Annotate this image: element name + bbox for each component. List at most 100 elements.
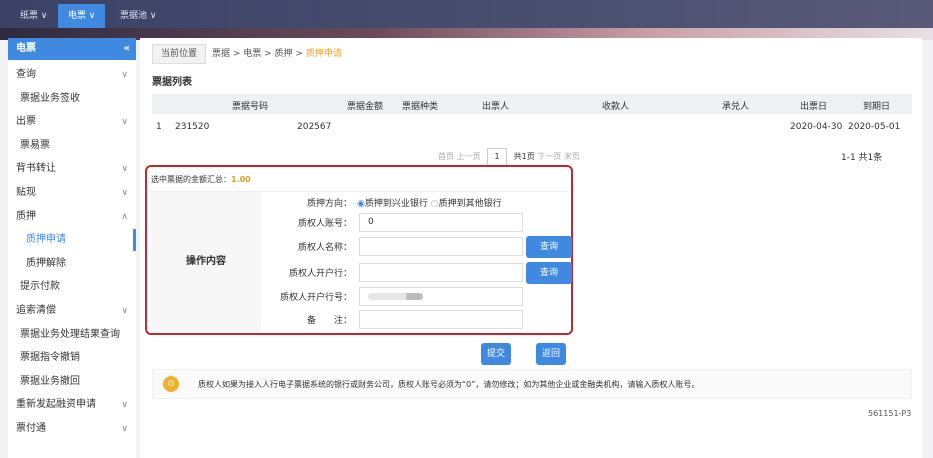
radio-option-other[interactable]: 质押到其他银行	[439, 199, 502, 209]
chevron-up-icon: ∧	[121, 211, 128, 222]
col-header: 出票日	[800, 102, 828, 112]
breadcrumb-here: 当前位置	[152, 44, 207, 64]
nav-label: 票据池	[120, 11, 148, 21]
name-input[interactable]	[359, 237, 523, 256]
sidebar-header: 电票 «	[8, 38, 136, 60]
top-nav-bar: 纸票 ∨ 电票 ∨ 票据池 ∨	[0, 0, 933, 28]
main-content: 当前位置 票据 > 电票 > 质押 > 质押申请 票据列表 票据号码 票据金额 票…	[140, 38, 922, 458]
sidebar-item[interactable]: 查询 ∨	[8, 64, 136, 86]
section-label: 操作内容	[151, 192, 261, 332]
sidebar-item[interactable]: 重新发起融资申请 ∨	[8, 394, 136, 416]
col-header: 承兑人	[722, 102, 750, 112]
sidebar-item[interactable]: 质押申请	[8, 229, 136, 252]
chevron-down-icon: ∨	[121, 400, 128, 411]
sidebar-item[interactable]: 票据业务撤回	[8, 371, 136, 393]
radio-empty-icon[interactable]: ○	[431, 199, 439, 209]
sidebar-title: 电票	[16, 43, 36, 54]
pager: 首页 上一页 1 共1页 下一页 末页	[438, 148, 580, 166]
query-bank-button[interactable]: 查询	[526, 262, 572, 284]
record-summary: 1-1 共1条	[841, 153, 883, 163]
sidebar-item[interactable]: 贴现 ∨	[8, 182, 136, 204]
remark-input[interactable]	[359, 310, 523, 329]
notice-box: ⊙ 质权人如果为接入人行电子票据系统的银行或财务公司，质权人账号必须为“0”，请…	[152, 369, 912, 399]
bank-label: 质权人开户行：	[288, 269, 352, 279]
nav-label: 纸票	[20, 11, 39, 21]
breadcrumb-current: 质押申请	[305, 49, 342, 59]
sidebar-item-label: 查询	[16, 69, 36, 80]
location-pin-icon: ⊙	[163, 376, 179, 392]
chevron-down-icon: ∨	[121, 164, 128, 175]
sidebar-item[interactable]: 质押解除	[8, 253, 136, 275]
chevron-down-icon: ∨	[121, 424, 128, 434]
nav-label: 电票	[68, 11, 87, 21]
sidebar-item-label: 重新发起融资申请	[16, 399, 96, 411]
next-page-link[interactable]: 下一页	[537, 152, 561, 161]
back-button[interactable]: 返回	[536, 343, 566, 365]
sidebar-item[interactable]: 票易票	[8, 135, 136, 157]
prev-page-link[interactable]: 上一页	[457, 152, 481, 161]
sidebar-item-label: 票易票	[20, 139, 50, 151]
chevron-down-icon: ∨	[121, 70, 128, 80]
table-title: 票据列表	[152, 77, 192, 88]
col-header: 票据号码	[232, 102, 269, 112]
table-row[interactable]: 1 231520 202567 2020-04-30 2020-05-01	[152, 118, 912, 138]
direction-radio-group: ◉质押到兴业银行 ○质押到其他银行	[357, 196, 502, 209]
sidebar-item[interactable]: 票据业务签收	[8, 88, 136, 110]
query-name-button[interactable]: 查询	[526, 236, 572, 258]
table-header: 票据号码 票据金额 票据种类 出票人 收款人 承兑人 出票日 到期日	[152, 94, 912, 114]
collapse-icon[interactable]: «	[124, 38, 130, 60]
nav-paper-bill[interactable]: 纸票 ∨	[10, 4, 57, 28]
col-header: 票据种类	[402, 102, 439, 112]
account-input[interactable]: 0	[359, 213, 523, 232]
remark-label: 备 注：	[306, 316, 352, 326]
account-label: 质权人账号：	[297, 219, 352, 229]
masked-value	[368, 293, 423, 300]
issue-date: 2020-04-30	[790, 122, 843, 132]
sidebar-item-label: 票据业务处理结果查询	[20, 328, 120, 340]
direction-label: 质押方向：	[306, 199, 352, 209]
sum-value: 1.00	[231, 175, 251, 184]
radio-selected-icon[interactable]: ◉	[357, 199, 365, 209]
last-page-link[interactable]: 末页	[564, 152, 580, 161]
bank-input[interactable]	[359, 263, 523, 282]
sidebar-item[interactable]: 追索清偿 ∨	[8, 300, 136, 322]
bank-no-input[interactable]	[359, 287, 523, 306]
sidebar-item[interactable]: 票据指令撤销	[8, 347, 136, 369]
bill-number: 231520	[175, 122, 210, 132]
name-label: 质权人名称：	[297, 243, 352, 253]
sidebar-item-label: 背书转让	[16, 163, 56, 175]
sidebar-item[interactable]: 背书转让 ∨	[8, 158, 136, 180]
row-index: 1	[156, 122, 162, 132]
sum-row: 选中票据的金额汇总：1.00	[151, 174, 251, 185]
sidebar-item-label: 票据业务撤回	[20, 375, 80, 387]
page-code: 561151-P3	[868, 409, 912, 418]
page-total: 共1页	[513, 152, 535, 161]
sidebar-item-label: 票付通	[16, 423, 46, 434]
radio-option-xingye[interactable]: 质押到兴业银行	[365, 199, 428, 209]
sidebar-item[interactable]: 出票 ∨	[8, 111, 136, 133]
notice-text: 质权人如果为接入人行电子票据系统的银行或财务公司，质权人账号必须为“0”，请勿修…	[198, 380, 700, 389]
breadcrumb-path[interactable]: 票据 > 电票 > 质押 >	[212, 49, 306, 59]
nav-e-bill[interactable]: 电票 ∨	[58, 4, 106, 28]
col-header: 票据金额	[347, 102, 384, 112]
sidebar-item-label: 票据业务签收	[20, 92, 80, 104]
sidebar-item-label: 质押申请	[26, 234, 66, 246]
sidebar-item[interactable]: 提示付款	[8, 276, 136, 298]
sidebar-item[interactable]: 票付通 ∨	[8, 418, 136, 440]
chevron-down-icon: ∨	[121, 306, 128, 316]
breadcrumb: 当前位置 票据 > 电票 > 质押 > 质押申请	[152, 44, 342, 64]
sidebar-item-label: 质押解除	[26, 257, 66, 269]
nav-bill-pool[interactable]: 票据池 ∨	[110, 4, 166, 28]
sidebar: 电票 « 查询 ∨ 票据业务签收出票 ∨ 票易票背书转让 ∨ 贴现 ∨ 质押 ∧ 质押申请质押解除提示…	[8, 38, 136, 458]
sidebar-item[interactable]: 质押 ∧	[8, 206, 136, 228]
chevron-down-icon: ∨	[121, 117, 128, 128]
sidebar-item-label: 提示付款	[20, 281, 60, 293]
sidebar-item-label: 追索清偿	[16, 305, 56, 316]
due-date: 2020-05-01	[848, 122, 901, 132]
sidebar-item[interactable]: 票据业务处理结果查询	[8, 324, 136, 346]
submit-button[interactable]: 提交	[481, 343, 511, 365]
first-page-link[interactable]: 首页	[438, 152, 454, 161]
sidebar-item-label: 出票	[16, 116, 36, 128]
page-input[interactable]: 1	[487, 148, 508, 166]
highlight-box: 选中票据的金额汇总：1.00 操作内容 质押方向： ◉质押到兴业银行 ○质押到其…	[145, 165, 573, 335]
